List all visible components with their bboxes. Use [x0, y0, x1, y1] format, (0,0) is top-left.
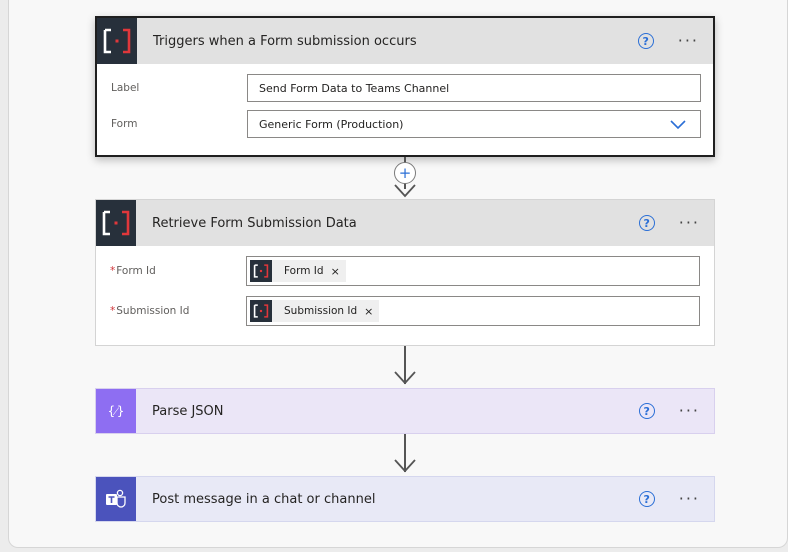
form-id-token[interactable]: Form Id ×: [250, 260, 346, 282]
submission-id-label-text: Submission Id: [116, 305, 190, 317]
submission-id-token[interactable]: Submission Id ×: [250, 300, 380, 322]
trigger-card[interactable]: Triggers when a Form submission occurs ?…: [95, 16, 715, 157]
help-icon[interactable]: ?: [638, 215, 655, 231]
more-icon[interactable]: ···: [679, 215, 700, 231]
form-id-token-label: Form Id: [284, 265, 324, 277]
arrow-down-icon: [394, 459, 416, 473]
parse-json-card-header[interactable]: {⁄} Parse JSON ? ···: [96, 389, 714, 433]
connector-logo-icon: [250, 300, 272, 322]
chevron-down-icon[interactable]: [670, 117, 686, 131]
flow-canvas: Triggers when a Form submission occurs ?…: [8, 0, 788, 548]
teams-icon: [96, 477, 136, 521]
arrow-down-icon: [394, 371, 416, 385]
label-input-value: Send Form Data to Teams Channel: [259, 81, 450, 95]
connector-logo-icon: [97, 18, 137, 64]
label-input[interactable]: Send Form Data to Teams Channel: [247, 74, 701, 102]
parse-json-glyph: {⁄}: [107, 403, 125, 418]
post-message-title: Post message in a chat or channel: [152, 491, 376, 507]
help-icon[interactable]: ?: [637, 33, 654, 49]
required-mark: *: [110, 265, 116, 277]
form-select-value: Generic Form (Production): [259, 117, 404, 131]
plus-icon[interactable]: +: [394, 162, 416, 184]
submission-id-row: *Submission Id Submission Id ×: [96, 296, 714, 326]
form-id-label: *Form Id: [110, 265, 156, 277]
trigger-title: Triggers when a Form submission occurs: [153, 33, 417, 49]
more-icon[interactable]: ···: [679, 403, 700, 419]
post-message-card-header[interactable]: Post message in a chat or channel ? ···: [96, 477, 714, 521]
help-icon[interactable]: ?: [638, 403, 655, 419]
parse-json-card[interactable]: {⁄} Parse JSON ? ···: [95, 388, 715, 434]
submission-id-token-label: Submission Id: [284, 305, 358, 317]
more-icon[interactable]: ···: [678, 33, 699, 49]
connector-logo-icon: [96, 200, 136, 246]
form-field-row: Form Generic Form (Production): [97, 110, 713, 138]
submission-id-input[interactable]: Submission Id ×: [246, 296, 700, 326]
connector-logo-icon: [250, 260, 272, 282]
submission-id-label: *Submission Id: [110, 305, 189, 317]
label-field-label: Label: [111, 82, 140, 94]
arrow-down-icon: [394, 184, 416, 198]
help-icon[interactable]: ?: [638, 491, 655, 507]
trigger-card-header[interactable]: Triggers when a Form submission occurs ?…: [97, 18, 713, 64]
remove-token-icon[interactable]: ×: [364, 305, 373, 318]
post-message-card[interactable]: Post message in a chat or channel ? ···: [95, 476, 715, 522]
label-field-row: Label Send Form Data to Teams Channel: [97, 74, 713, 102]
retrieve-title: Retrieve Form Submission Data: [152, 215, 357, 231]
required-mark: *: [110, 305, 116, 317]
remove-token-icon[interactable]: ×: [331, 265, 340, 278]
form-id-label-text: Form Id: [116, 265, 156, 277]
parse-json-title: Parse JSON: [152, 403, 224, 419]
form-id-row: *Form Id Form Id ×: [96, 256, 714, 286]
retrieve-card-header[interactable]: Retrieve Form Submission Data ? ···: [96, 200, 714, 246]
parse-json-icon: {⁄}: [96, 389, 136, 433]
form-field-label: Form: [111, 118, 138, 130]
form-id-input[interactable]: Form Id ×: [246, 256, 700, 286]
form-select[interactable]: Generic Form (Production): [247, 110, 701, 138]
retrieve-card[interactable]: Retrieve Form Submission Data ? ··· *For…: [95, 199, 715, 346]
more-icon[interactable]: ···: [679, 491, 700, 507]
